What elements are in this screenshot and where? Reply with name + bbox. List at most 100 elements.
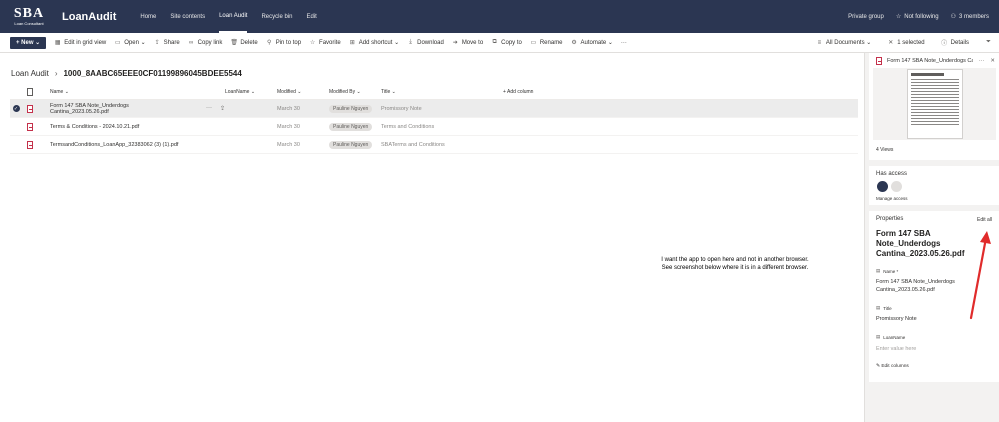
- chevron-down-icon: ⌄: [355, 89, 361, 95]
- file-type-icon[interactable]: [27, 88, 33, 96]
- file-list: Name ⌄ LoanName ⌄ Modified ⌄ Modified By…: [10, 85, 858, 154]
- breadcrumb-parent[interactable]: Loan Audit: [11, 69, 49, 78]
- chevron-down-icon: ⌄: [295, 89, 302, 95]
- preview-card: Form 147 SBA Note_Underdogs Cantina_2023…: [869, 53, 999, 160]
- people-icon: ⚇: [950, 14, 956, 20]
- chevron-down-icon: ⌄: [864, 40, 872, 46]
- table-row[interactable]: ✓ Form 147 SBA Note_Underdogs Cantina_20…: [10, 100, 858, 118]
- access-card: Has access Manage access: [869, 166, 999, 205]
- has-access-heading: Has access: [876, 171, 908, 177]
- new-button[interactable]: + New ⌄: [10, 36, 47, 49]
- open-icon: ▭: [114, 40, 121, 46]
- modified-by-persona[interactable]: Pauline Nguyen: [329, 122, 373, 131]
- download-icon: ⤓: [409, 39, 412, 45]
- chevron-down-icon: ⌄: [249, 89, 256, 95]
- suite-header: SBA Loan Consultant LoanAudit Home Site …: [0, 0, 999, 33]
- open-button[interactable]: ▭ Open ⌄: [114, 39, 146, 47]
- modified-by-persona[interactable]: Pauline Nguyen: [329, 104, 373, 113]
- selection-count[interactable]: ✕ 1 selected: [887, 39, 924, 47]
- avatar[interactable]: [877, 181, 888, 192]
- file-preview[interactable]: [873, 68, 996, 140]
- link-icon: ∞: [189, 39, 194, 46]
- nav-recycle-bin[interactable]: Recycle bin: [261, 0, 292, 33]
- filter-icon: ⏷: [986, 39, 991, 45]
- column-header-name[interactable]: Name ⌄: [38, 89, 225, 95]
- favorite-button[interactable]: ☆ Favorite: [309, 39, 341, 47]
- nav-loan-audit[interactable]: Loan Audit: [219, 0, 248, 33]
- pin-button[interactable]: ⚲ Pin to top: [266, 39, 301, 47]
- nav-site-contents[interactable]: Site contents: [170, 0, 205, 33]
- title-cell: Promissory Note: [381, 105, 422, 112]
- command-bar: + New ⌄ ▦ Edit in grid view ▭ Open ⌄ ⇪ Shar…: [0, 33, 999, 53]
- nav-edit[interactable]: Edit: [306, 0, 316, 33]
- modified-date: March 30: [277, 105, 300, 112]
- annotation-note: I want the app to open here and not in a…: [661, 257, 809, 271]
- edit-columns-link[interactable]: ✎ Edit columns: [876, 364, 909, 369]
- file-name-link[interactable]: Form 147 SBA Note_Underdogs Cantina_2023…: [50, 103, 186, 115]
- download-button[interactable]: ⤓ Download: [407, 39, 444, 46]
- edit-all-link[interactable]: Edit all: [977, 217, 992, 223]
- file-name-link[interactable]: TermsandConditions_LoanApp_32383062 (3) …: [50, 142, 178, 148]
- table-row[interactable]: TermsandConditions_LoanApp_32383062 (3) …: [10, 136, 858, 154]
- star-icon: ☆: [895, 14, 902, 20]
- modified-by-persona[interactable]: Pauline Nguyen: [329, 140, 373, 149]
- share-button[interactable]: ⇪ Share: [154, 39, 180, 47]
- column-header-modified[interactable]: Modified ⌄: [277, 89, 329, 95]
- edit-grid-button[interactable]: ▦ Edit in grid view: [54, 39, 106, 47]
- pdf-file-icon: [27, 104, 33, 113]
- rename-icon: ▭: [530, 40, 537, 46]
- pane-file-title: Form 147 SBA Note_Underdogs Cantina_2023…: [887, 58, 973, 64]
- site-title[interactable]: LoanAudit: [62, 11, 116, 23]
- chevron-down-icon: ⌄: [63, 89, 69, 95]
- title-cell: SBATerms and Conditions: [381, 141, 445, 148]
- table-row[interactable]: Terms & Conditions - 2024.10.21.pdf Marc…: [10, 118, 858, 136]
- move-to-button[interactable]: ➜ Move to: [452, 39, 483, 47]
- manage-access-link[interactable]: Manage access: [876, 196, 908, 201]
- automate-button[interactable]: ⚙ Automate ⌄: [571, 39, 613, 47]
- automate-icon: ⚙: [571, 40, 577, 46]
- pdf-file-icon: [27, 122, 33, 131]
- more-actions-icon[interactable]: ···: [979, 58, 985, 64]
- checkmark-icon[interactable]: ✓: [12, 105, 20, 112]
- share-icon[interactable]: ⇪: [220, 105, 225, 112]
- list-icon: ≡: [817, 39, 822, 46]
- column-header-title[interactable]: Title ⌄: [381, 89, 503, 95]
- name-label: ▤ Name *: [876, 268, 899, 274]
- modified-date: March 30: [277, 123, 300, 130]
- more-actions-icon[interactable]: ···: [206, 105, 212, 112]
- add-shortcut-button[interactable]: ⊞ Add shortcut ⌄: [349, 39, 399, 47]
- loanname-field[interactable]: Enter value here: [876, 345, 994, 353]
- share-icon: ⇪: [154, 40, 160, 46]
- loanname-label: ▤ LoanName: [876, 334, 906, 340]
- nav-home[interactable]: Home: [140, 0, 156, 33]
- chevron-down-icon: ⌄: [390, 89, 396, 95]
- pdf-file-icon: [27, 140, 33, 149]
- details-button[interactable]: ⓘ Details: [941, 38, 969, 48]
- list-header: Name ⌄ LoanName ⌄ Modified ⌄ Modified By…: [10, 85, 858, 100]
- avatar[interactable]: [891, 181, 902, 192]
- trash-icon: 🗑: [230, 40, 238, 46]
- breadcrumb: Loan Audit › 1000_8AABC65EEE0CF011998960…: [11, 69, 242, 78]
- star-icon: ☆: [309, 40, 316, 46]
- column-header-modified-by[interactable]: Modified By ⌄: [329, 89, 381, 95]
- filter-button[interactable]: ⏷: [985, 39, 995, 46]
- text-field-icon: ▤: [876, 334, 881, 339]
- grid-icon: ▦: [54, 40, 61, 46]
- add-column-button[interactable]: + Add column: [503, 89, 533, 95]
- members-button[interactable]: ⚇ 3 members: [951, 13, 989, 20]
- file-name-link[interactable]: Terms & Conditions - 2024.10.21.pdf: [50, 124, 139, 130]
- properties-heading: Properties: [876, 216, 904, 222]
- view-selector[interactable]: ≡ All Documents ⌄: [816, 39, 872, 47]
- shortcut-icon: ⊞: [349, 40, 355, 46]
- rename-button[interactable]: ▭ Rename: [530, 39, 563, 47]
- delete-button[interactable]: 🗑 Delete: [230, 39, 257, 47]
- text-field-icon: ▤: [876, 305, 881, 310]
- view-count: 4 Views: [876, 147, 894, 153]
- copy-link-button[interactable]: ∞ Copy link: [188, 39, 222, 46]
- more-commands-button[interactable]: ···: [621, 40, 627, 46]
- close-icon[interactable]: ✕: [990, 58, 995, 64]
- follow-button[interactable]: ☆ Not following: [896, 13, 939, 20]
- column-header-loanname[interactable]: LoanName ⌄: [225, 89, 277, 95]
- site-logo[interactable]: SBA Loan Consultant: [6, 0, 52, 33]
- copy-to-button[interactable]: ⧉ Copy to: [491, 39, 522, 46]
